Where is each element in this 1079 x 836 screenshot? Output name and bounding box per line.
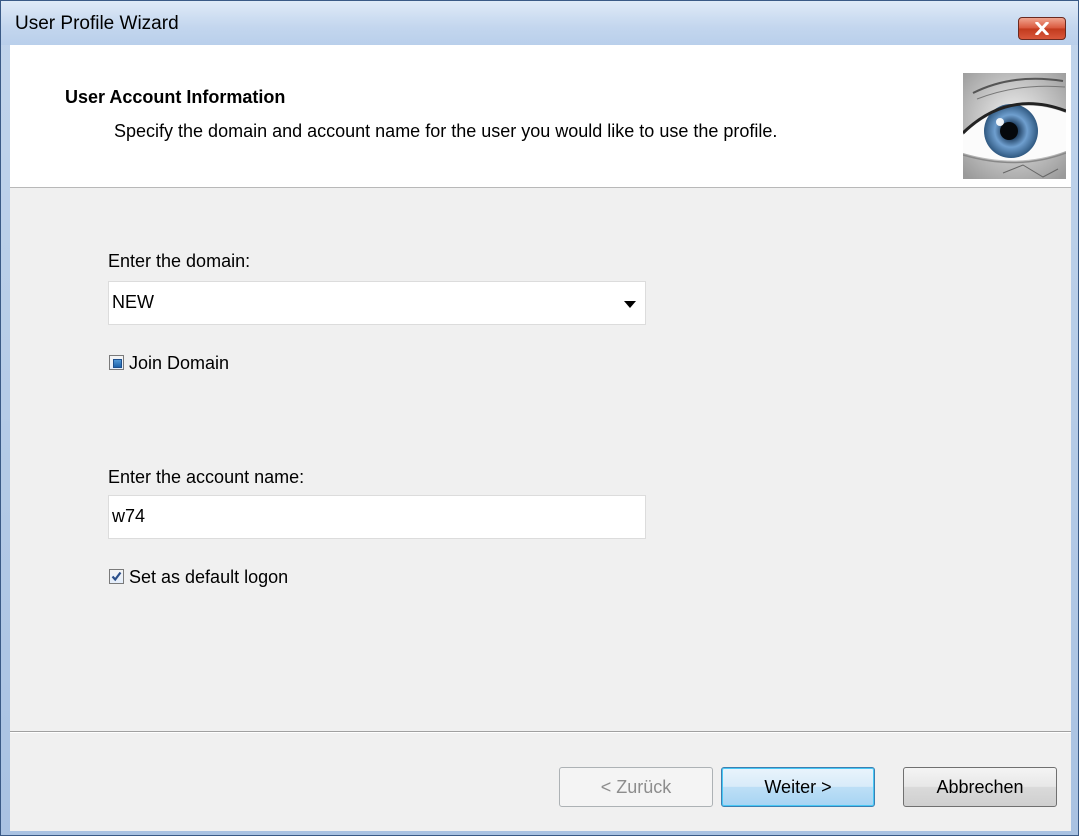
eye-image (963, 73, 1066, 179)
account-label: Enter the account name: (108, 467, 305, 487)
chevron-down-icon[interactable] (624, 301, 636, 308)
checkbox-box[interactable] (109, 569, 124, 584)
next-button[interactable]: Weiter > (721, 767, 875, 807)
account-name-field[interactable] (108, 495, 646, 539)
close-icon (1035, 22, 1049, 35)
domain-label: Enter the domain: (108, 251, 251, 271)
indeterminate-mark (113, 359, 122, 368)
cancel-button[interactable]: Abbrechen (903, 767, 1057, 807)
wizard-header: User Account Information Specify the dom… (10, 45, 1071, 188)
page-title: User Account Information (65, 87, 286, 107)
close-button[interactable] (1018, 17, 1066, 40)
page-subtitle: Specify the domain and account name for … (114, 121, 778, 141)
checkmark-icon (111, 571, 122, 582)
wizard-window: User Profile Wizard User Account Informa… (0, 0, 1079, 836)
footer-divider (10, 731, 1071, 733)
checkbox-box[interactable] (109, 355, 124, 370)
account-name-input[interactable] (112, 506, 632, 527)
title-bar[interactable]: User Profile Wizard (1, 1, 1078, 45)
window-title: User Profile Wizard (15, 13, 179, 34)
default-logon-label: Set as default logon (129, 567, 289, 587)
join-domain-label: Join Domain (129, 353, 230, 373)
wizard-body: User Account Information Specify the dom… (10, 45, 1071, 831)
domain-value: NEW (112, 292, 154, 312)
domain-dropdown[interactable]: NEW (108, 281, 646, 325)
back-button[interactable]: < Zurück (559, 767, 713, 807)
